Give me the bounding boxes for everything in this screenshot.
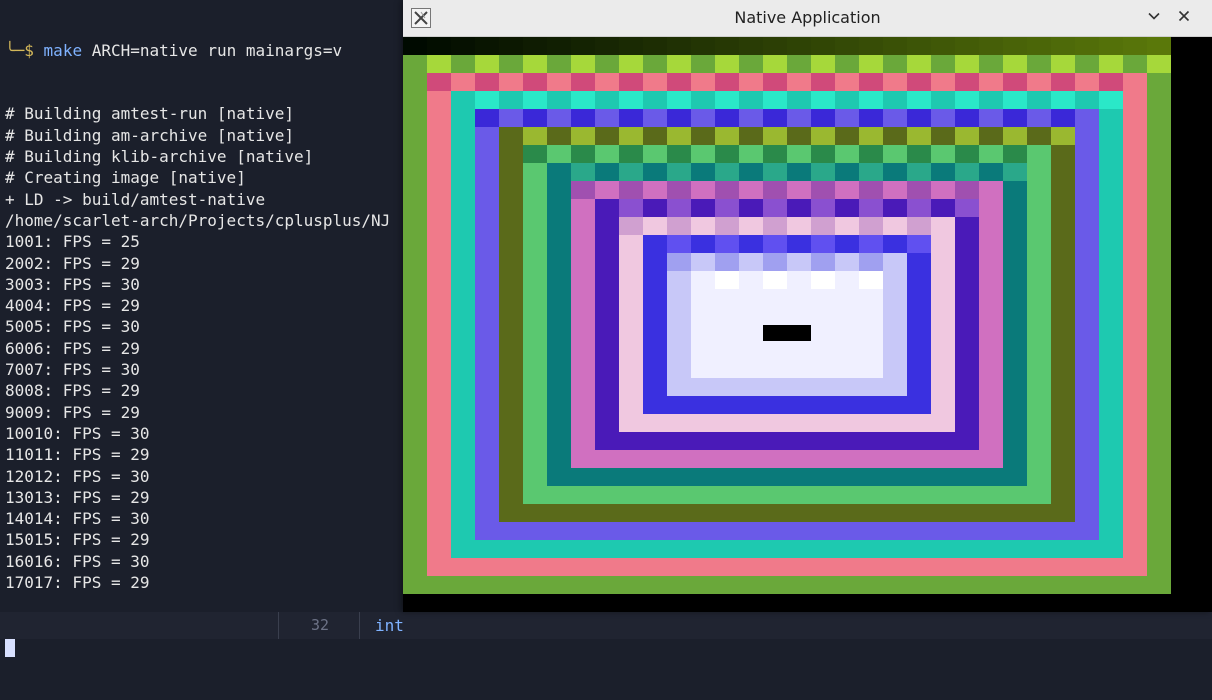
window-titlebar[interactable]: Native Application — [403, 0, 1212, 37]
spiral-pattern — [403, 37, 1212, 612]
editor-code-fragment[interactable]: int — [375, 612, 404, 639]
close-icon — [1178, 10, 1190, 22]
terminal-output-line: # Creating image [native] — [5, 168, 246, 188]
editor-line-number: 32 — [278, 612, 360, 639]
terminal-output-line: 4004: FPS = 29 — [5, 296, 140, 316]
close-button[interactable] — [1172, 6, 1196, 30]
terminal-prompt-line: ╰─$ make ARCH=native run mainargs=v — [5, 40, 390, 61]
terminal-output-line: 14014: FPS = 30 — [5, 509, 150, 529]
terminal-output-line: 1001: FPS = 25 — [5, 232, 140, 252]
terminal-output-line: 7007: FPS = 30 — [5, 360, 140, 380]
terminal-output-line: 3003: FPS = 30 — [5, 274, 140, 294]
window-title: Native Application — [734, 8, 881, 27]
terminal-output-line: + LD -> build/amtest-native — [5, 189, 266, 209]
terminal-cursor-line — [5, 635, 390, 657]
terminal-output-line: 13013: FPS = 29 — [5, 487, 150, 507]
terminal-cursor — [5, 635, 15, 657]
terminal-output-line: 5005: FPS = 30 — [5, 317, 140, 337]
terminal-output-line: 2002: FPS = 29 — [5, 253, 140, 273]
editor-strip: 32 int — [0, 612, 1212, 639]
terminal-output-line: /home/scarlet-arch/Projects/cplusplus/NJ — [5, 210, 391, 230]
terminal-output-line: # Building am-archive [native] — [5, 125, 294, 145]
command-word: make — [43, 40, 83, 60]
chevron-down-icon — [1148, 12, 1160, 20]
terminal-output-line: 17017: FPS = 29 — [5, 573, 150, 593]
native-application-window[interactable]: Native Application — [403, 0, 1212, 612]
terminal-output-line: 9009: FPS = 29 — [5, 402, 140, 422]
prompt-symbol: ╰─$ — [5, 40, 34, 60]
terminal-output-line: 8008: FPS = 29 — [5, 381, 140, 401]
terminal-output-line: 15015: FPS = 29 — [5, 530, 150, 550]
terminal-output-line: # Building klib-archive [native] — [5, 147, 314, 167]
terminal-output-line: 10010: FPS = 30 — [5, 423, 150, 443]
terminal-output-line: 12012: FPS = 30 — [5, 466, 150, 486]
terminal-output-line: 11011: FPS = 29 — [5, 445, 150, 465]
terminal-output-line: # Building amtest-run [native] — [5, 104, 294, 124]
terminal-output-line: 16016: FPS = 30 — [5, 551, 150, 571]
terminal-output-line: 6006: FPS = 29 — [5, 338, 140, 358]
command-args: ARCH=native run mainargs=v — [91, 40, 343, 60]
terminal-output: ╰─$ make ARCH=native run mainargs=v # Bu… — [5, 0, 390, 700]
render-canvas[interactable] — [403, 37, 1212, 612]
minimize-button[interactable] — [1142, 6, 1166, 30]
